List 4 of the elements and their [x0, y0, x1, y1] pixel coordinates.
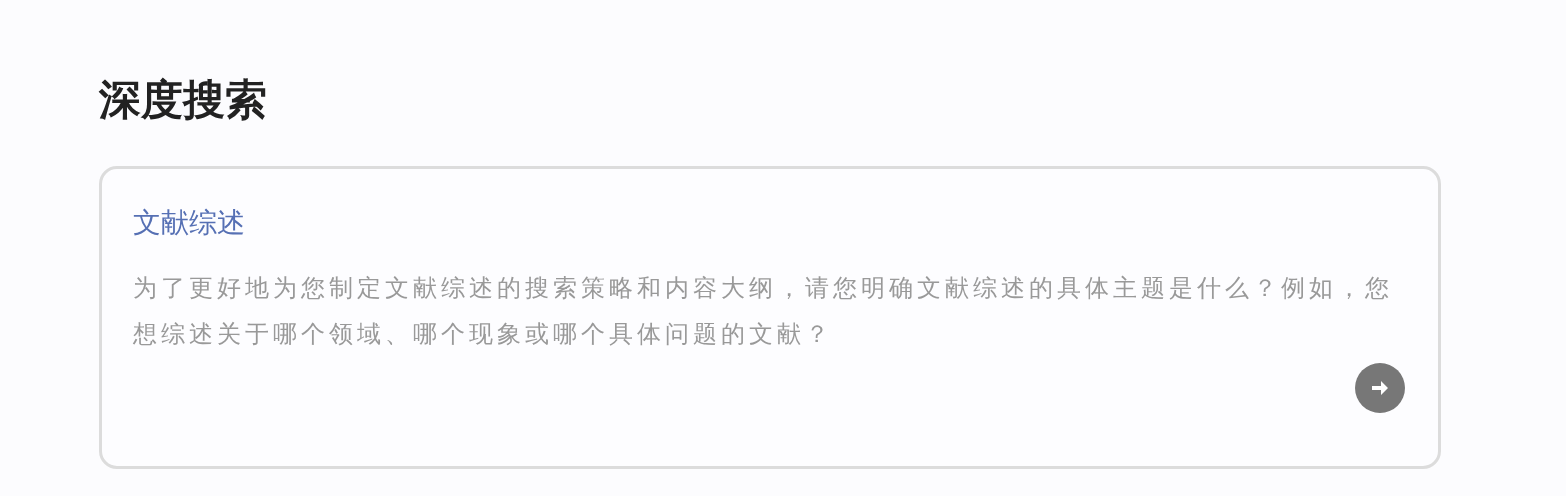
card-heading: 文献综述: [133, 205, 246, 241]
page-title: 深度搜索: [99, 74, 268, 126]
submit-button[interactable]: [1355, 363, 1405, 413]
card-text: 为了更好地为您制定文献综述的搜索策略和内容大纲，请您明确文献综述的具体主题是什么？例如，您想综述关于哪个领域、哪个现象或哪个具体问题的文献？: [133, 273, 1394, 350]
